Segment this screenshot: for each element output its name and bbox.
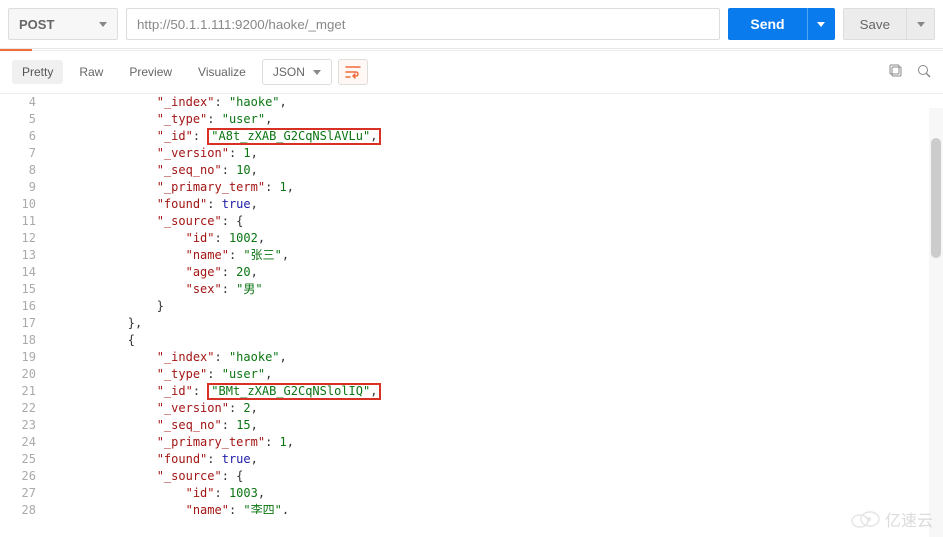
wrap-lines-button[interactable] — [338, 59, 368, 85]
url-input[interactable] — [126, 8, 720, 40]
code-line: "_source": { — [70, 468, 943, 485]
code-line: "_index": "haoke", — [70, 349, 943, 366]
method-label: POST — [19, 17, 54, 32]
code-line: "_index": "haoke", — [70, 94, 943, 111]
code-line: "age": 20, — [70, 264, 943, 281]
code-line: "_primary_term": 1, — [70, 434, 943, 451]
search-icon[interactable] — [917, 64, 931, 81]
send-options-button[interactable] — [807, 8, 835, 40]
code-line: "found": true, — [70, 451, 943, 468]
response-body[interactable]: 4567891011121314151617181920212223242526… — [0, 94, 943, 514]
code-line: }, — [70, 315, 943, 332]
request-bar: POST Send Save — [0, 0, 943, 49]
code-line: "found": true, — [70, 196, 943, 213]
tab-preview[interactable]: Preview — [119, 60, 182, 84]
highlighted-id: "BMt_zXAB_G2CqNSlolIQ", — [207, 383, 381, 400]
code-line: "_type": "user", — [70, 366, 943, 383]
http-method-select[interactable]: POST — [8, 8, 118, 40]
code-line: "_source": { — [70, 213, 943, 230]
send-button[interactable]: Send — [728, 8, 806, 40]
chevron-down-icon — [817, 22, 825, 27]
scrollbar-thumb[interactable] — [931, 138, 941, 258]
tab-pretty[interactable]: Pretty — [12, 60, 63, 84]
send-group: Send — [728, 8, 834, 40]
code-line: "_id": "A8t_zXAB_G2CqNSlAVLu", — [70, 128, 943, 145]
format-label: JSON — [273, 65, 305, 79]
highlighted-id: "A8t_zXAB_G2CqNSlAVLu", — [207, 128, 381, 145]
code-line: "sex": "男" — [70, 281, 943, 298]
code-line: "id": 1003, — [70, 485, 943, 502]
code-line: } — [70, 298, 943, 315]
vertical-scrollbar[interactable] — [929, 108, 943, 537]
response-view-bar: Pretty Raw Preview Visualize JSON — [0, 51, 943, 94]
chevron-down-icon — [917, 22, 925, 27]
code-line: "_seq_no": 10, — [70, 162, 943, 179]
toolbar-right — [889, 64, 931, 81]
copy-icon[interactable] — [889, 64, 903, 81]
chevron-down-icon — [313, 70, 321, 75]
line-wrap-icon — [345, 65, 361, 79]
code-line: "name": "李四", — [70, 502, 943, 514]
tab-raw[interactable]: Raw — [69, 60, 113, 84]
code-line: { — [70, 332, 943, 349]
code-line: "name": "张三", — [70, 247, 943, 264]
line-numbers: 4567891011121314151617181920212223242526… — [0, 94, 48, 514]
code-line: "_version": 1, — [70, 145, 943, 162]
fold-gutter — [48, 94, 64, 514]
code-line: "_id": "BMt_zXAB_G2CqNSlolIQ", — [70, 383, 943, 400]
code-line: "_primary_term": 1, — [70, 179, 943, 196]
save-button[interactable]: Save — [843, 8, 907, 40]
save-options-button[interactable] — [907, 8, 935, 40]
code-line: "_type": "user", — [70, 111, 943, 128]
code-content: "_index": "haoke", "_type": "user", "_id… — [64, 94, 943, 514]
code-line: "_version": 2, — [70, 400, 943, 417]
format-select[interactable]: JSON — [262, 59, 332, 85]
tab-visualize[interactable]: Visualize — [188, 60, 256, 84]
code-line: "id": 1002, — [70, 230, 943, 247]
code-line: "_seq_no": 15, — [70, 417, 943, 434]
chevron-down-icon — [99, 22, 107, 27]
save-group: Save — [843, 8, 935, 40]
